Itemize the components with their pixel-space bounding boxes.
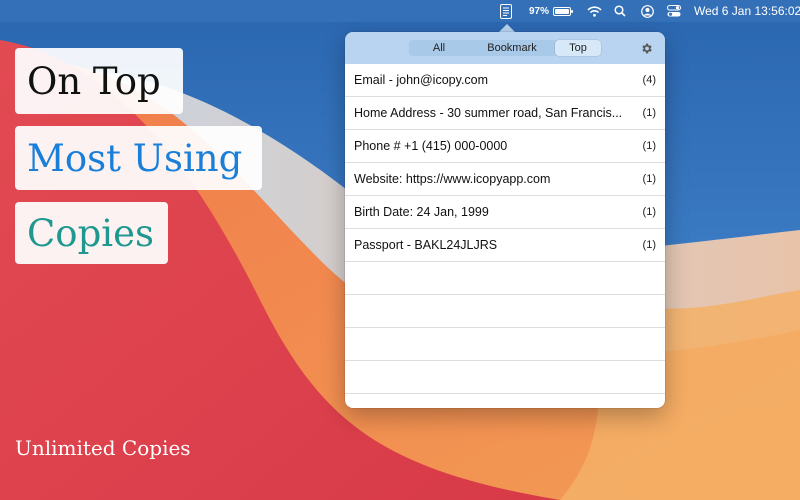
empty-row <box>345 262 665 295</box>
item-text: Passport - BAKL24JLJRS <box>354 238 498 252</box>
list-item[interactable]: Birth Date: 24 Jan, 1999 (1) <box>345 196 665 229</box>
tagline-most-using: Most Using <box>15 126 262 190</box>
tagline-unlimited-copies: Unlimited Copies <box>15 436 191 460</box>
item-text: Birth Date: 24 Jan, 1999 <box>354 205 489 219</box>
popover-header: All Bookmark Top <box>345 32 665 64</box>
battery-percent: 97% <box>528 5 549 17</box>
user-icon[interactable] <box>638 0 656 22</box>
filter-segmented-control: All Bookmark Top <box>409 40 601 56</box>
icopy-menu-icon[interactable] <box>496 0 516 22</box>
clipboard-list: Email - john@icopy.com (4) Home Address … <box>345 64 665 394</box>
list-item[interactable]: Email - john@icopy.com (4) <box>345 64 665 97</box>
item-text: Website: https://www.icopyapp.com <box>354 172 551 186</box>
battery-icon <box>553 6 573 16</box>
tagline-copies: Copies <box>15 202 168 264</box>
item-text: Phone # +1 (415) 000-0000 <box>354 139 508 153</box>
empty-row <box>345 361 665 394</box>
item-count: (1) <box>642 239 656 251</box>
control-center-icon[interactable] <box>665 0 683 22</box>
battery-level-fill <box>555 8 569 14</box>
item-count: (1) <box>642 206 656 218</box>
menubar-clock[interactable]: Wed 6 Jan 13:56:02 <box>694 0 800 22</box>
item-count: (4) <box>642 74 656 86</box>
item-count: (1) <box>642 107 656 119</box>
tab-bookmark[interactable]: Bookmark <box>469 40 555 56</box>
list-item[interactable]: Passport - BAKL24JLJRS (1) <box>345 229 665 262</box>
empty-row <box>345 328 665 361</box>
list-item[interactable]: Website: https://www.icopyapp.com (1) <box>345 163 665 196</box>
list-item[interactable]: Phone # +1 (415) 000-0000 (1) <box>345 130 665 163</box>
empty-row <box>345 295 665 328</box>
item-count: (1) <box>642 173 656 185</box>
search-icon[interactable] <box>612 0 628 22</box>
item-text: Home Address - 30 summer road, San Franc… <box>354 106 623 120</box>
gear-icon[interactable] <box>638 40 654 56</box>
item-text: Email - john@icopy.com <box>354 73 489 87</box>
tagline-on-top: On Top <box>15 48 183 114</box>
list-item[interactable]: Home Address - 30 summer road, San Franc… <box>345 97 665 130</box>
menu-bar: 97% Wed 6 Jan 13:56:02 <box>0 0 800 22</box>
tab-top[interactable]: Top <box>555 40 601 56</box>
clipboard-popover: All Bookmark Top Email - john@icopy.com … <box>345 32 665 408</box>
wifi-icon[interactable] <box>585 0 603 22</box>
item-count: (1) <box>642 140 656 152</box>
battery-status[interactable]: 97% <box>526 0 574 22</box>
tab-all[interactable]: All <box>409 40 469 56</box>
